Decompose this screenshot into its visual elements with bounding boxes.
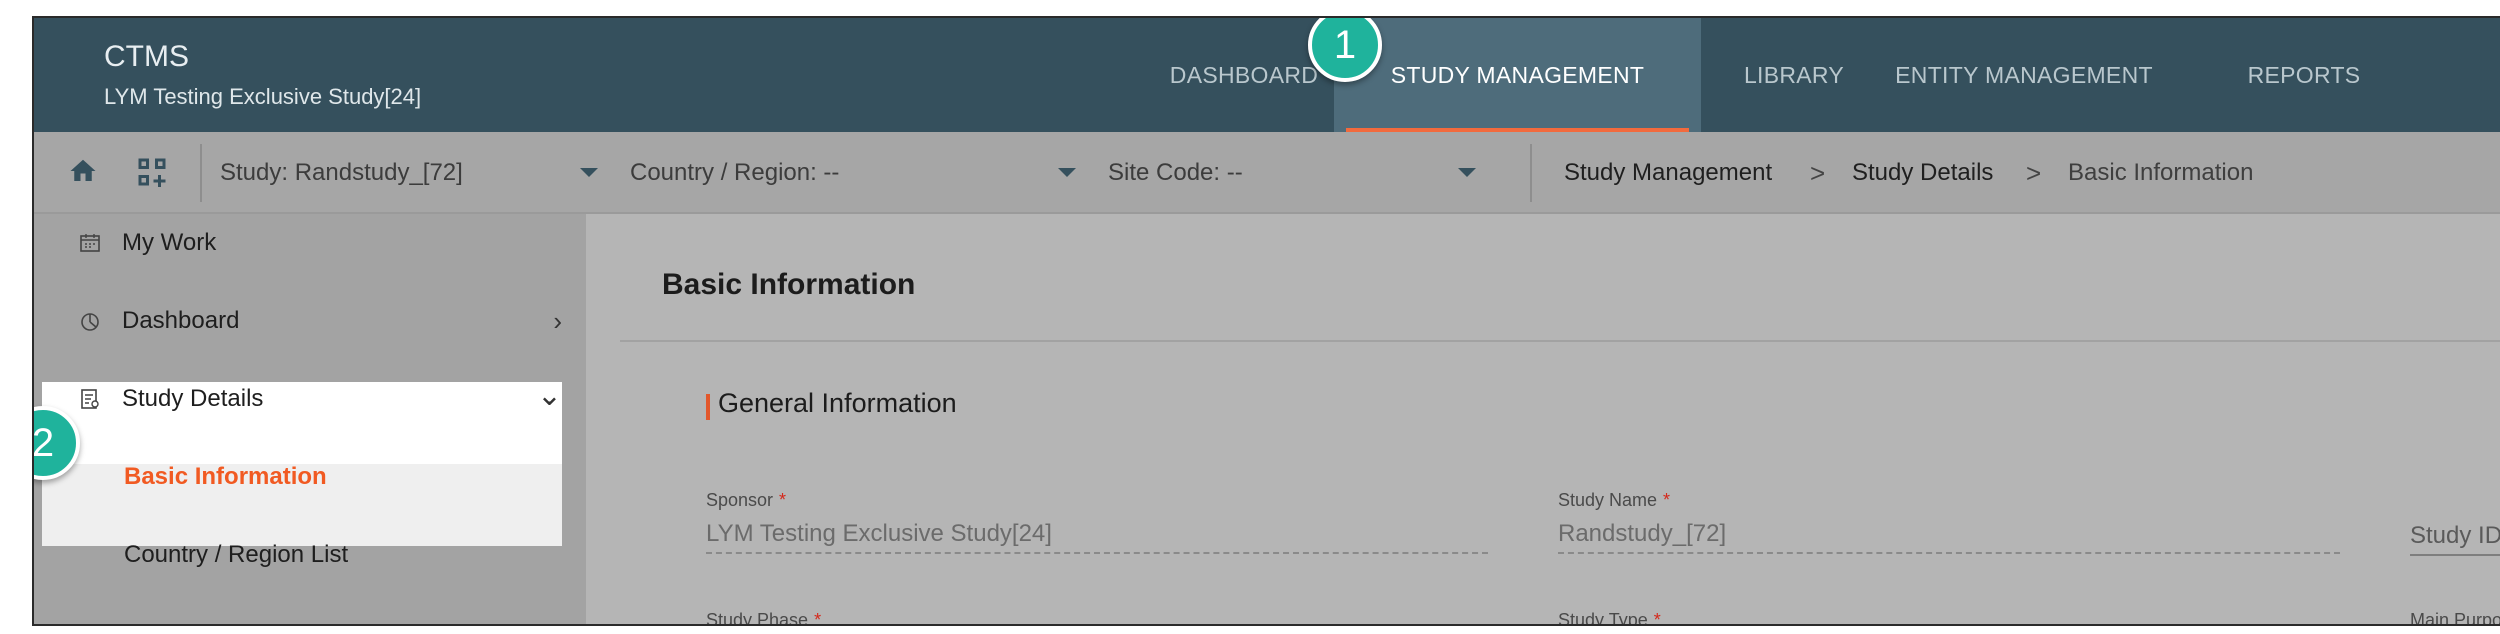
current-study-name: LYM Testing Exclusive Study[24] (104, 84, 422, 109)
subbar-divider (200, 144, 202, 202)
panel-divider (620, 340, 2500, 342)
nav-reports[interactable]: REPORTS (2224, 18, 2384, 132)
site-dropdown-caret-icon[interactable] (1458, 168, 1476, 177)
dashboard-add-icon[interactable] (134, 154, 170, 190)
main-purpose-label: Main Purpose (2410, 610, 2500, 626)
section-title: General Information (718, 388, 957, 418)
site-code-selector[interactable]: Site Code: -- (1108, 132, 1243, 214)
page-title: Basic Information (662, 268, 916, 301)
sidebar-item-label: Dashboard (122, 307, 240, 334)
nav-study-management[interactable]: STUDY MANAGEMENT (1334, 18, 1701, 132)
document-icon (81, 389, 99, 409)
study-phase-label-text: Study Phase (706, 610, 809, 626)
study-type-label: Study Type * (1558, 610, 1661, 626)
section-accent-bar (706, 394, 710, 420)
study-dropdown-caret-icon[interactable] (580, 168, 598, 177)
country-dropdown-caret-icon[interactable] (1058, 168, 1076, 177)
sponsor-label-text: Sponsor (706, 490, 774, 510)
app-frame: CTMS LYM Testing Exclusive Study[24] DAS… (32, 16, 2500, 626)
required-marker: * (1653, 610, 1661, 626)
required-marker: * (814, 610, 822, 626)
study-id-field[interactable]: Study ID (2410, 522, 2500, 556)
sidebar-item-label: Study Details (122, 385, 264, 412)
breadcrumb-study-management[interactable]: Study Management (1564, 132, 1772, 214)
context-bar: Study: Randstudy_[72] Country / Region: … (34, 132, 2500, 214)
sidebar-subitem-basic-information[interactable]: Basic Information (34, 438, 586, 516)
study-name-label: Study Name * (1558, 490, 1670, 511)
study-phase-label: Study Phase * (706, 610, 822, 626)
required-marker: * (1663, 490, 1671, 510)
study-name-label-text: Study Name (1558, 490, 1658, 510)
sidebar-item-my-work[interactable]: My Work (34, 204, 586, 282)
breadcrumb-study-details[interactable]: Study Details (1852, 132, 1993, 214)
top-header: CTMS LYM Testing Exclusive Study[24] DAS… (34, 18, 2500, 132)
sidebar: My Work Dashboard › Study Details ⌄ Basi… (34, 214, 586, 624)
calendar-icon (80, 234, 100, 252)
study-selector[interactable]: Study: Randstudy_[72] (220, 132, 463, 214)
breadcrumb-basic-information: Basic Information (2068, 159, 2254, 186)
nav-entity-management[interactable]: ENTITY MANAGEMENT (1884, 18, 2164, 132)
study-type-label-text: Study Type (1558, 610, 1648, 626)
sidebar-subitem-label: Country / Region List (124, 541, 349, 568)
sidebar-subitem-country-region-list[interactable]: Country / Region List (34, 516, 586, 594)
breadcrumb-chevron-icon: > (2026, 157, 2042, 188)
sponsor-label: Sponsor * (706, 490, 786, 511)
nav-library[interactable]: LIBRARY (1724, 18, 1864, 132)
main-content: Basic Information General Information Sp… (586, 214, 2500, 626)
nav-study-management-label: STUDY MANAGEMENT (1390, 61, 1645, 88)
breadcrumb-chevron-icon: > (1810, 157, 1826, 188)
breadcrumb-divider (1530, 144, 1532, 202)
sidebar-item-study-details[interactable]: Study Details ⌄ (34, 360, 586, 438)
study-name-field: Randstudy_[72] (1558, 520, 2340, 554)
sidebar-item-dashboard[interactable]: Dashboard › (34, 282, 586, 360)
country-region-selector[interactable]: Country / Region: -- (630, 132, 839, 214)
chevron-down-icon: ⌄ (536, 379, 562, 412)
sponsor-field: LYM Testing Exclusive Study[24] (706, 520, 1488, 554)
pie-chart-icon (81, 313, 99, 331)
chevron-right-icon: › (553, 305, 562, 336)
sidebar-subitem-label: Basic Information (124, 463, 327, 490)
sidebar-item-label: My Work (122, 229, 217, 256)
home-icon[interactable] (68, 156, 98, 186)
brand: CTMS LYM Testing Exclusive Study[24] (104, 40, 421, 110)
app-name: CTMS (104, 40, 189, 73)
required-marker: * (779, 490, 787, 510)
